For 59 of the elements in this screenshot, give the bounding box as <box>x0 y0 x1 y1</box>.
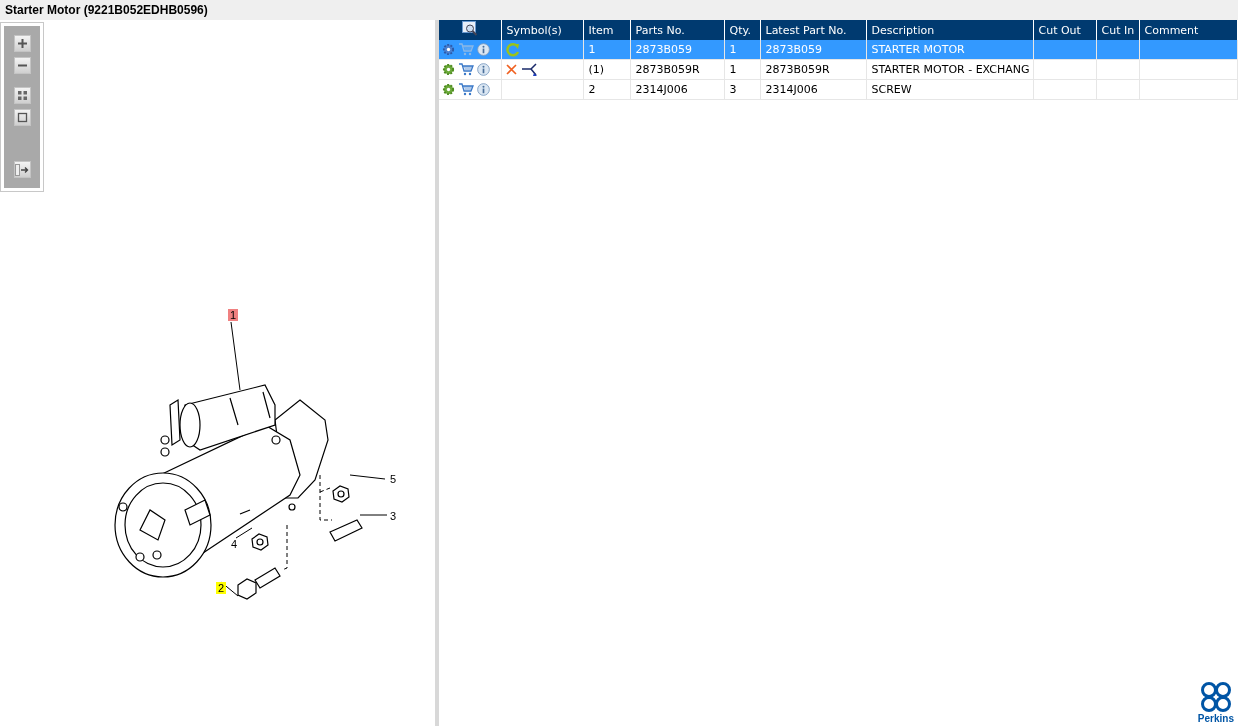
table-cell: STARTER MOTOR - EXCHANG <box>866 59 1033 80</box>
table-cell: 2873B059 <box>760 40 866 60</box>
bolt-drawing <box>237 567 281 600</box>
nut-drawing <box>251 533 269 551</box>
callout-label: 4 <box>230 538 239 550</box>
column-header[interactable]: Cut Out <box>1033 20 1096 40</box>
table-cell: 2873B059R <box>630 59 724 80</box>
square-icon <box>16 112 28 123</box>
info-icon[interactable] <box>477 43 490 56</box>
column-header[interactable]: Latest Part No. <box>760 20 866 40</box>
cart-icon[interactable] <box>458 63 474 76</box>
callout-label: 3 <box>389 510 398 522</box>
table-row[interactable]: (1) 2873B059R 1 2873B059R STARTER MOTOR - EXCHANG <box>439 59 1238 80</box>
column-header[interactable]: Comment <box>1139 20 1238 40</box>
table-cell: 1 <box>583 40 630 60</box>
table-cell: 2 <box>583 79 630 100</box>
info-icon[interactable] <box>477 83 490 96</box>
callout-label: 5 <box>389 473 398 485</box>
column-header[interactable]: Symbol(s) <box>501 20 583 40</box>
rotate-arrow-icon <box>504 41 521 58</box>
actual-size-button[interactable] <box>13 109 31 126</box>
window-title: Starter Motor (9221B052EDHB0596) <box>5 3 208 17</box>
logo-text: Perkins <box>1197 713 1234 724</box>
table-cell: 2314J006 <box>630 79 724 100</box>
panel-arrow-icon <box>15 163 29 176</box>
column-header[interactable]: Item <box>583 20 630 40</box>
collapse-panel-button[interactable] <box>13 161 31 178</box>
table-cell: (1) <box>583 59 630 80</box>
gear-icon[interactable] <box>442 63 455 76</box>
table-cell: STARTER MOTOR <box>866 40 1033 60</box>
table-cell: SCREW <box>866 79 1033 100</box>
column-header[interactable]: Qty. <box>724 20 760 40</box>
zoom-in-button[interactable] <box>13 35 31 52</box>
grid-icon <box>16 90 28 101</box>
gears-icon[interactable] <box>442 43 455 56</box>
callout-label: 1 <box>228 309 239 321</box>
column-header[interactable]: Parts No. <box>630 20 724 40</box>
table-row[interactable]: 2 2314J006 3 2314J006 SCREW <box>439 79 1238 100</box>
branch-arrow-icon <box>520 62 539 77</box>
table-cell: 2873B059R <box>760 59 866 80</box>
gear-icon[interactable] <box>442 83 455 96</box>
logo-icon <box>1199 681 1232 713</box>
plus-icon <box>16 38 28 49</box>
table-cell: 1 <box>724 40 760 60</box>
cart-icon[interactable] <box>458 83 474 96</box>
stud-drawing <box>329 519 363 542</box>
table-cell: 3 <box>724 79 760 100</box>
table-cell: 2314J006 <box>760 79 866 100</box>
zoom-out-button[interactable] <box>13 57 31 74</box>
column-header[interactable]: Description <box>866 20 1033 40</box>
column-header[interactable]: Cut In <box>1096 20 1139 40</box>
nut-drawing <box>332 485 350 503</box>
fit-all-button[interactable] <box>13 87 31 104</box>
callout-label: 2 <box>216 582 227 594</box>
table-cell: 2873B059 <box>630 40 724 60</box>
cross-icon <box>504 63 518 76</box>
search-icon[interactable] <box>461 21 478 36</box>
table-cell: 1 <box>724 59 760 80</box>
info-icon[interactable] <box>477 63 490 76</box>
